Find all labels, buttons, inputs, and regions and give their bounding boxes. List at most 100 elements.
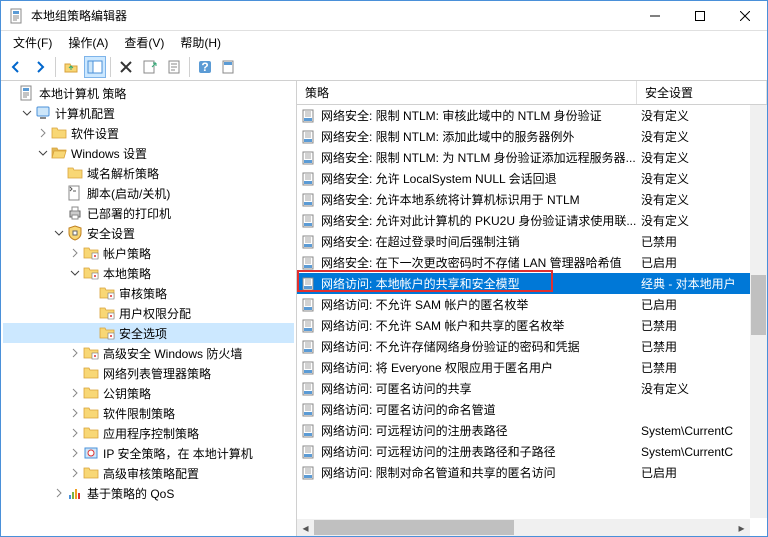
tree-label: 域名解析策略	[87, 165, 159, 182]
tree-item[interactable]: 基于策略的 QoS	[3, 483, 294, 503]
list-row[interactable]: 网络访问: 可匿名访问的共享没有定义	[297, 378, 767, 399]
scroll-right-icon[interactable]: ▸	[733, 519, 750, 536]
list-row[interactable]: 网络访问: 不允许 SAM 帐户和共享的匿名枚举已禁用	[297, 315, 767, 336]
list-row[interactable]: 网络安全: 允许 LocalSystem NULL 会话回退没有定义	[297, 168, 767, 189]
tree-item[interactable]: 软件限制策略	[3, 403, 294, 423]
header-policy[interactable]: 策略	[297, 81, 637, 104]
list-row[interactable]: 网络安全: 允许本地系统将计算机标识用于 NTLM没有定义	[297, 189, 767, 210]
close-button[interactable]	[722, 1, 767, 30]
menu-help[interactable]: 帮助(H)	[172, 32, 229, 53]
up-button[interactable]	[60, 56, 82, 78]
tree-item[interactable]: 审核策略	[3, 283, 294, 303]
help-button[interactable]: ?	[194, 56, 216, 78]
expander-icon[interactable]	[51, 185, 67, 201]
tree-item[interactable]: 应用程序控制策略	[3, 423, 294, 443]
tree-label: 脚本(启动/关机)	[87, 185, 170, 202]
window-title: 本地组策略编辑器	[31, 7, 632, 24]
tree-item[interactable]: 域名解析策略	[3, 163, 294, 183]
header-setting[interactable]: 安全设置	[637, 81, 767, 104]
list-row[interactable]: 网络安全: 在超过登录时间后强制注销已禁用	[297, 231, 767, 252]
tree-item[interactable]: 脚本(启动/关机)	[3, 183, 294, 203]
delete-button[interactable]	[115, 56, 137, 78]
maximize-button[interactable]	[677, 1, 722, 30]
list-row[interactable]: 网络安全: 在下一次更改密码时不存储 LAN 管理器哈希值已启用	[297, 252, 767, 273]
folder-s-icon	[83, 245, 99, 261]
policy-setting: 经典 - 对本地用户	[637, 275, 767, 292]
menu-view[interactable]: 查看(V)	[116, 32, 172, 53]
forward-button[interactable]	[29, 56, 51, 78]
tree-item[interactable]: Windows 设置	[3, 143, 294, 163]
list-row[interactable]: 网络安全: 允许对此计算机的 PKU2U 身份验证请求使用联...没有定义	[297, 210, 767, 231]
expander-icon[interactable]	[51, 485, 67, 501]
printer-icon	[67, 205, 83, 221]
minimize-button[interactable]	[632, 1, 677, 30]
refresh-button[interactable]	[218, 56, 240, 78]
tree-item[interactable]: 计算机配置	[3, 103, 294, 123]
policy-name: 网络访问: 限制对命名管道和共享的匿名访问	[321, 464, 556, 481]
window: 本地组策略编辑器 文件(F) 操作(A) 查看(V) 帮助(H) ? 本地计算机…	[0, 0, 768, 537]
policy-setting: 已禁用	[637, 233, 767, 250]
tree-item[interactable]: 安全设置	[3, 223, 294, 243]
list-row[interactable]: 网络访问: 可远程访问的注册表路径和子路径System\CurrentC	[297, 441, 767, 462]
export-button[interactable]	[139, 56, 161, 78]
list-row[interactable]: 网络访问: 将 Everyone 权限应用于匿名用户已禁用	[297, 357, 767, 378]
vertical-scrollbar[interactable]	[750, 105, 767, 518]
horizontal-scrollbar[interactable]: ◂ ▸	[297, 519, 750, 536]
expander-icon[interactable]	[67, 465, 83, 481]
expander-icon[interactable]	[67, 425, 83, 441]
tree-label: 网络列表管理器策略	[103, 365, 211, 382]
tree-item[interactable]: 公钥策略	[3, 383, 294, 403]
list-row[interactable]: 网络访问: 不允许 SAM 帐户的匿名枚举已启用	[297, 294, 767, 315]
list-row[interactable]: 网络访问: 可远程访问的注册表路径System\CurrentC	[297, 420, 767, 441]
properties-button[interactable]	[163, 56, 185, 78]
list-row[interactable]: 网络访问: 本地帐户的共享和安全模型经典 - 对本地用户	[297, 273, 767, 294]
tree-item[interactable]: IP 安全策略，在 本地计算机	[3, 443, 294, 463]
show-tree-button[interactable]	[84, 56, 106, 78]
tree-item[interactable]: 网络列表管理器策略	[3, 363, 294, 383]
expander-icon[interactable]	[51, 165, 67, 181]
expander-icon[interactable]	[51, 205, 67, 221]
expander-icon[interactable]	[35, 125, 51, 141]
list-row[interactable]: 网络访问: 不允许存储网络身份验证的密码和凭据已禁用	[297, 336, 767, 357]
list-row[interactable]: 网络安全: 限制 NTLM: 审核此域中的 NTLM 身份验证没有定义	[297, 105, 767, 126]
tree-item[interactable]: 用户权限分配	[3, 303, 294, 323]
expander-icon[interactable]	[67, 365, 83, 381]
tree-item[interactable]: 高级安全 Windows 防火墙	[3, 343, 294, 363]
scrollbar-thumb[interactable]	[751, 275, 766, 335]
expander-icon[interactable]	[67, 265, 83, 281]
list-body[interactable]: 网络安全: 限制 NTLM: 审核此域中的 NTLM 身份验证没有定义网络安全:…	[297, 105, 767, 536]
tree-root[interactable]: 本地计算机 策略	[3, 83, 294, 103]
tree-item[interactable]: 安全选项	[3, 323, 294, 343]
tree-item[interactable]: 已部署的打印机	[3, 203, 294, 223]
scroll-left-icon[interactable]: ◂	[297, 519, 314, 536]
expander-icon[interactable]	[35, 145, 51, 161]
expander-icon[interactable]	[67, 345, 83, 361]
expander-icon[interactable]	[51, 225, 67, 241]
tree-item[interactable]: 软件设置	[3, 123, 294, 143]
menu-action[interactable]: 操作(A)	[60, 32, 116, 53]
list-row[interactable]: 网络访问: 可匿名访问的命名管道	[297, 399, 767, 420]
scrollbar-thumb[interactable]	[314, 520, 514, 535]
list-row[interactable]: 网络安全: 限制 NTLM: 为 NTLM 身份验证添加远程服务器...没有定义	[297, 147, 767, 168]
tree-pane[interactable]: 本地计算机 策略计算机配置软件设置 Windows 设置域名解析策略脚本(启动/关…	[1, 81, 297, 536]
expander-icon[interactable]	[83, 285, 99, 301]
tree-label: 审核策略	[119, 285, 167, 302]
policy-name: 网络访问: 可匿名访问的命名管道	[321, 401, 496, 418]
expander-icon[interactable]	[67, 245, 83, 261]
expander-icon[interactable]	[67, 385, 83, 401]
tree-label: Windows 设置	[71, 145, 147, 162]
tree-item[interactable]: 帐户策略	[3, 243, 294, 263]
expander-icon[interactable]	[83, 325, 99, 341]
expander-icon[interactable]	[67, 445, 83, 461]
expander-icon[interactable]	[67, 405, 83, 421]
expander-icon[interactable]	[83, 305, 99, 321]
tree-item[interactable]: 高级审核策略配置	[3, 463, 294, 483]
list-row[interactable]: 网络安全: 限制 NTLM: 添加此域中的服务器例外没有定义	[297, 126, 767, 147]
policy-name: 网络访问: 可远程访问的注册表路径	[321, 422, 508, 439]
tree-item[interactable]: 本地策略	[3, 263, 294, 283]
expander-icon[interactable]	[19, 105, 35, 121]
menu-file[interactable]: 文件(F)	[5, 32, 60, 53]
policy-name: 网络访问: 将 Everyone 权限应用于匿名用户	[321, 359, 553, 376]
list-row[interactable]: 网络访问: 限制对命名管道和共享的匿名访问已启用	[297, 462, 767, 483]
back-button[interactable]	[5, 56, 27, 78]
